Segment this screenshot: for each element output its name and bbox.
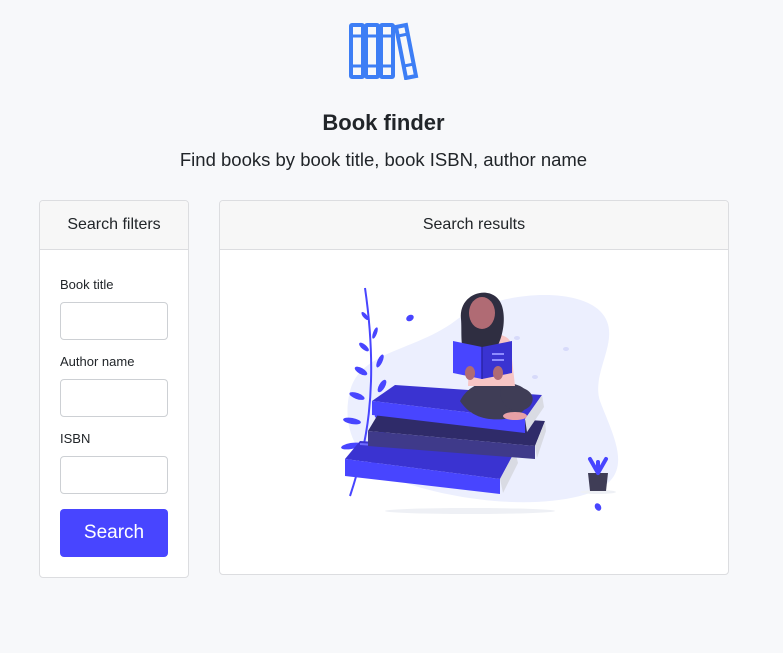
author-name-label: Author name	[60, 354, 135, 369]
isbn-input[interactable]	[60, 456, 168, 494]
page-subtitle: Find books by book title, book ISBN, aut…	[179, 149, 588, 170]
page-title: Book finder	[322, 110, 445, 135]
book-title-input[interactable]	[60, 302, 168, 340]
author-name-input[interactable]	[60, 379, 168, 417]
search-filters-header: Search filters	[40, 201, 188, 250]
woman-reading-on-books-illustration	[341, 287, 619, 514]
book-title-label: Book title	[60, 277, 114, 292]
search-button[interactable]: Search	[60, 509, 168, 557]
search-results-header: Search results	[220, 201, 728, 250]
isbn-label: ISBN	[60, 431, 91, 446]
search-filters-card: Search filters Book title Author name IS…	[39, 200, 189, 578]
bookshelf-icon	[349, 22, 419, 80]
search-results-card: Search results	[219, 200, 729, 575]
